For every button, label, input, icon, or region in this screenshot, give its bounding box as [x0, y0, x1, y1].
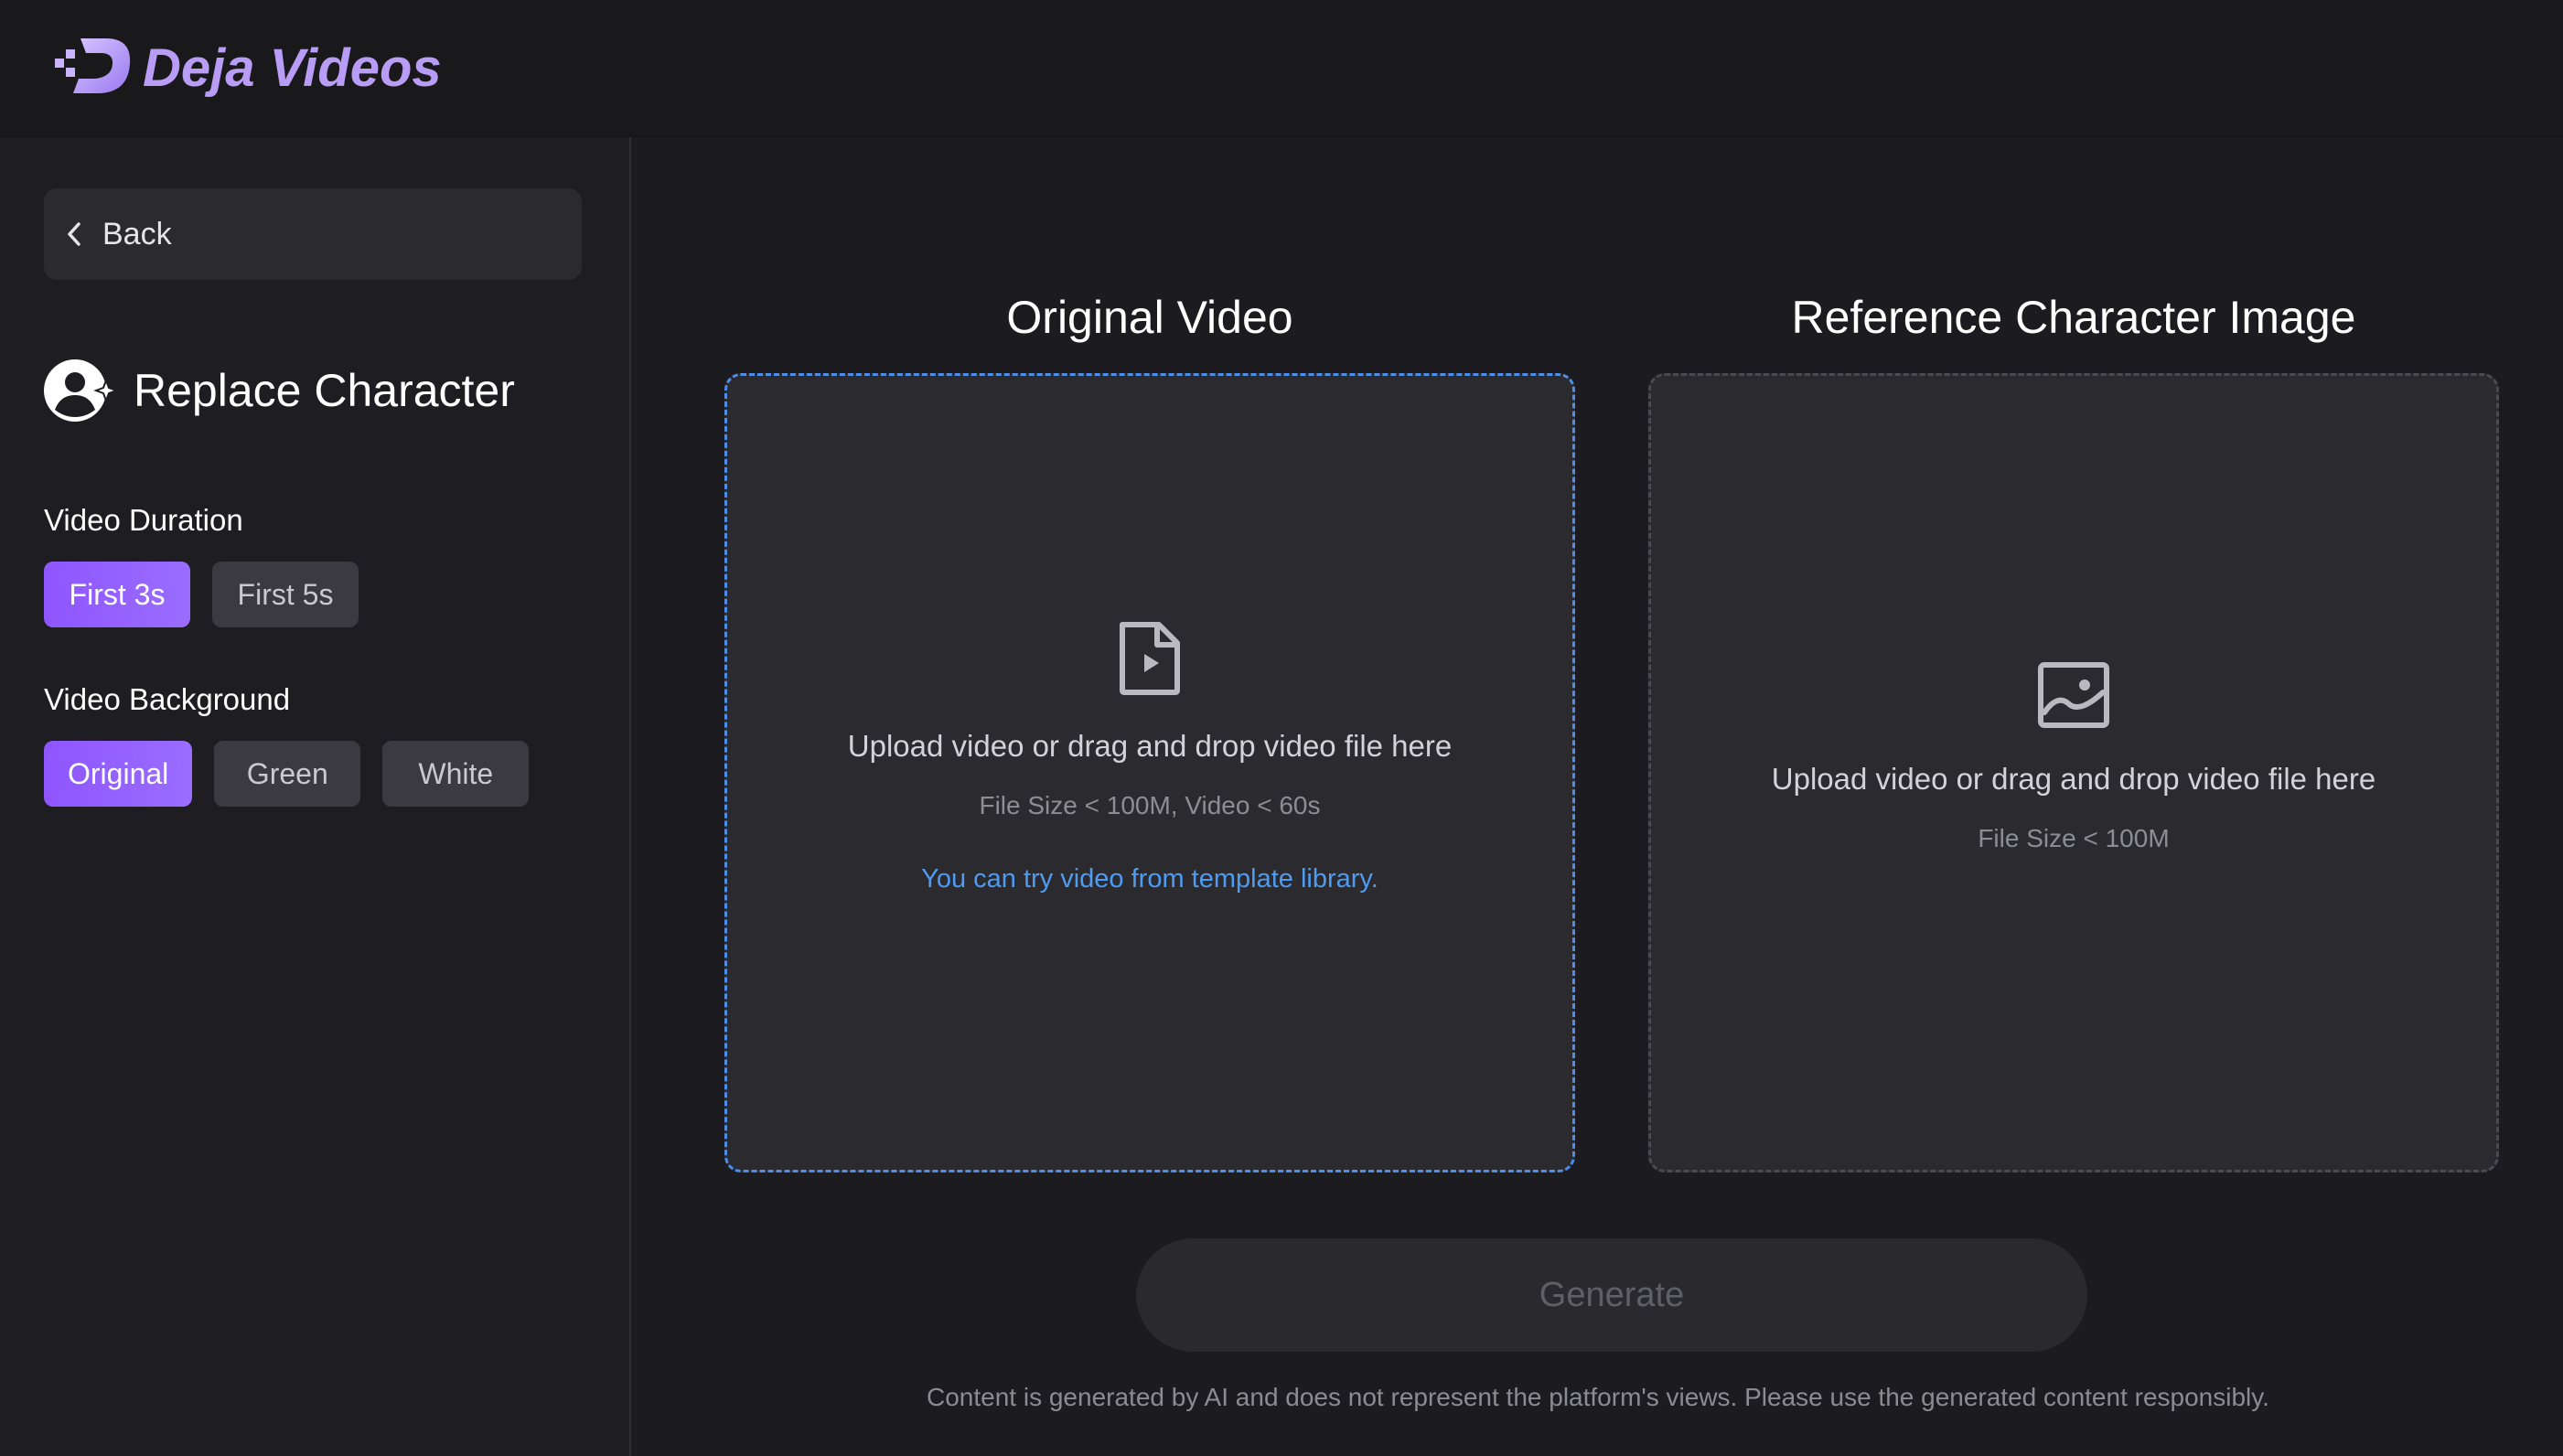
main-content: Original Video Reference Character Image…: [633, 137, 2563, 1456]
video-file-icon: [1120, 622, 1180, 695]
sidebar: Back Replace Character Video Duration Fi…: [0, 137, 631, 1456]
original-video-dropzone[interactable]: Upload video or drag and drop video file…: [724, 373, 1575, 1172]
back-button[interactable]: Back: [44, 188, 582, 280]
page-heading-label: Replace Character: [134, 365, 515, 416]
original-video-limits: File Size < 100M, Video < 60s: [979, 791, 1321, 819]
video-duration-label: Video Duration: [44, 503, 243, 537]
duration-option-first-5s[interactable]: First 5s: [212, 562, 359, 627]
original-video-title: Original Video: [1006, 292, 1293, 343]
video-duration-options: First 3s First 5s: [44, 562, 359, 627]
replace-character-icon: [44, 359, 117, 422]
logo-mark-icon: [55, 38, 131, 93]
back-label: Back: [102, 216, 172, 252]
original-video-upload-text: Upload video or drag and drop video file…: [847, 729, 1453, 763]
background-option-original[interactable]: Original: [44, 741, 193, 807]
reference-image-limits: File Size < 100M: [1978, 824, 2170, 852]
reference-image-upload-text: Upload video or drag and drop video file…: [1771, 762, 2376, 796]
video-background-label: Video Background: [44, 682, 291, 716]
video-background-options: Original Green White: [44, 741, 530, 807]
top-bar: Deja Videos: [0, 0, 2563, 137]
duration-option-first-3s[interactable]: First 3s: [44, 562, 190, 627]
chevron-left-icon: [68, 222, 80, 246]
app-name: Deja Videos: [143, 37, 442, 98]
background-option-green[interactable]: Green: [214, 741, 361, 807]
image-icon: [2038, 662, 2109, 728]
app-logo[interactable]: Deja Videos: [53, 26, 442, 110]
reference-image-title: Reference Character Image: [1791, 292, 2356, 343]
reference-image-dropzone[interactable]: Upload video or drag and drop video file…: [1648, 373, 2499, 1172]
generate-button[interactable]: Generate: [1136, 1238, 2087, 1352]
background-option-white[interactable]: White: [382, 741, 530, 807]
template-library-link[interactable]: You can try video from template library.: [921, 864, 1378, 894]
page-title: Replace Character: [42, 353, 515, 428]
ai-disclaimer: Content is generated by AI and does not …: [927, 1383, 2269, 1411]
